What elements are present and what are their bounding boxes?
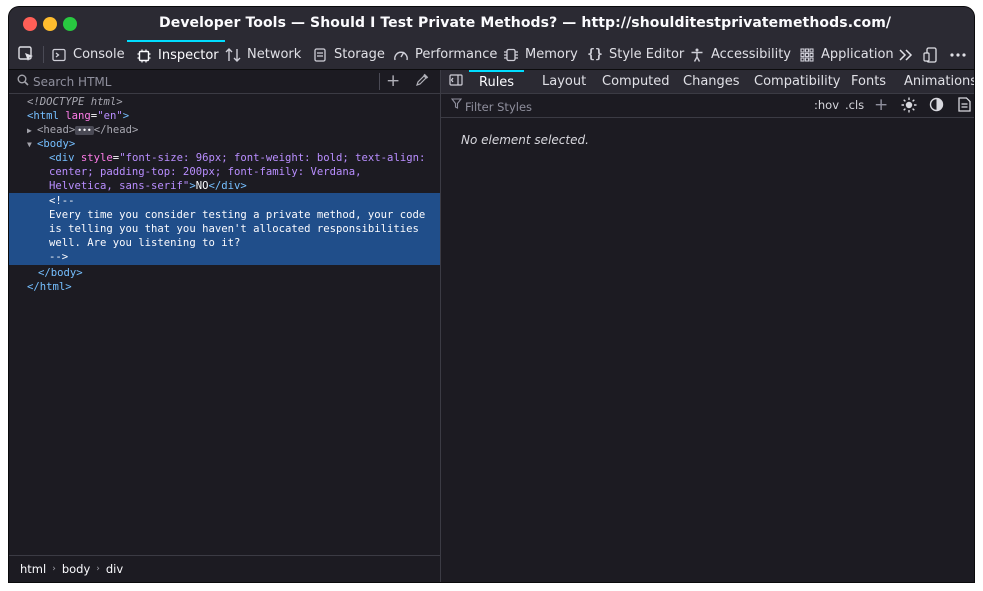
markup-node-body-close[interactable]: </body>: [9, 266, 440, 280]
markup-node-div-line1[interactable]: <div style="font-size: 96px; font-weight…: [9, 151, 440, 165]
application-icon: [799, 47, 815, 62]
responsive-design-icon[interactable]: [923, 40, 939, 69]
chevron-right-icon: ›: [96, 564, 100, 574]
filter-icon: [450, 98, 463, 112]
markup-node-body[interactable]: ▼ <body>: [9, 137, 440, 151]
tab-animations[interactable]: Animations: [904, 70, 974, 93]
toolbar-divider: [43, 46, 44, 63]
markup-panel: + <!DOCTYPE html> <html lang="en"> ▶<hea…: [9, 70, 451, 582]
print-media-icon[interactable]: [958, 97, 971, 115]
sidebar-panel: Rules Layout Computed Changes Compatibil…: [441, 70, 974, 582]
tab-layout[interactable]: Layout: [542, 70, 586, 93]
accessibility-icon: [689, 48, 705, 62]
tab-computed[interactable]: Computed: [602, 70, 670, 93]
markup-node-html[interactable]: <html lang="en">: [9, 109, 440, 123]
network-icon: [225, 47, 241, 62]
sidebar-tabs: Rules Layout Computed Changes Compatibil…: [441, 70, 974, 94]
toggle-layout-icon[interactable]: [449, 74, 463, 89]
tab-performance[interactable]: Performance: [393, 40, 497, 69]
tab-memory[interactable]: Memory: [503, 40, 578, 69]
tab-fonts[interactable]: Fonts: [851, 70, 886, 93]
filter-styles-bar: :hov .cls +: [441, 94, 974, 118]
tab-accessibility[interactable]: Accessibility: [689, 40, 791, 69]
markup-node-comment-selected[interactable]: <!-- Every time you consider testing a pr…: [9, 193, 440, 265]
classes-button[interactable]: .cls: [845, 98, 864, 112]
element-picker-icon[interactable]: [17, 45, 35, 63]
markup-node-html-close[interactable]: </html>: [9, 280, 440, 294]
tab-inspector-label: Inspector: [158, 48, 219, 63]
breadcrumb-item-body[interactable]: body: [62, 562, 90, 576]
light-color-scheme-icon[interactable]: [901, 97, 917, 116]
no-element-selected-message: No element selected.: [461, 133, 589, 147]
tab-accessibility-label: Accessibility: [711, 47, 791, 62]
tab-performance-label: Performance: [415, 47, 498, 62]
html-search-bar: +: [9, 70, 440, 94]
tab-changes[interactable]: Changes: [683, 70, 740, 93]
markup-node-div-line3: Helvetica, sans-serif">NO</div>: [49, 180, 247, 192]
collapsed-ellipsis-icon[interactable]: •••: [75, 125, 94, 135]
tab-inspector[interactable]: Inspector: [127, 40, 225, 69]
devtools-toolbar: Console Inspector Network Storage Perfor…: [9, 40, 974, 70]
add-node-icon[interactable]: +: [386, 71, 400, 91]
tab-compatibility[interactable]: Compatibility: [754, 70, 841, 93]
tab-console[interactable]: Console: [51, 40, 125, 69]
performance-icon: [393, 48, 409, 62]
search-html-input[interactable]: [31, 72, 375, 92]
style-editor-icon: {}: [587, 47, 603, 62]
more-options-icon[interactable]: [949, 40, 967, 69]
console-icon: [51, 48, 67, 62]
hover-states-button[interactable]: :hov: [814, 98, 839, 112]
tab-rules[interactable]: Rules: [469, 70, 525, 93]
tab-storage[interactable]: Storage: [312, 40, 385, 69]
tab-network-label: Network: [247, 47, 302, 62]
search-icon: [17, 74, 29, 89]
tab-storage-label: Storage: [334, 47, 385, 62]
markup-node-head[interactable]: ▶ <head> ••• </head>: [9, 123, 440, 137]
breadcrumb-item-div[interactable]: div: [106, 562, 123, 576]
tab-style-editor[interactable]: {} Style Editor: [587, 40, 684, 69]
chevron-right-icon: ›: [52, 564, 56, 574]
collapse-arrow-icon[interactable]: ▼: [27, 138, 37, 152]
memory-icon: [503, 48, 519, 62]
tab-application[interactable]: Application: [799, 40, 894, 69]
markup-tree: <!DOCTYPE html> <html lang="en"> ▶ <head>…: [9, 95, 440, 294]
eyedropper-icon[interactable]: [416, 73, 429, 90]
filter-styles-input[interactable]: [463, 97, 767, 116]
tab-application-label: Application: [821, 47, 894, 62]
close-window-button[interactable]: [23, 17, 37, 31]
tab-console-label: Console: [73, 47, 125, 62]
maximize-window-button[interactable]: [63, 17, 77, 31]
add-rule-icon[interactable]: +: [874, 95, 888, 115]
inspector-icon: [136, 49, 152, 63]
window-title: Developer Tools — Should I Test Private …: [159, 15, 892, 31]
search-divider: [379, 73, 380, 90]
devtools-window: Developer Tools — Should I Test Private …: [9, 7, 974, 582]
tab-memory-label: Memory: [525, 47, 578, 62]
tab-style-editor-label: Style Editor: [609, 47, 685, 62]
expand-arrow-icon[interactable]: ▶: [27, 124, 37, 138]
breadcrumb: html › body › div: [9, 555, 451, 582]
storage-icon: [312, 47, 328, 62]
markup-node-div-line2: center; padding-top: 200px; font-family:…: [49, 166, 362, 178]
dark-color-scheme-icon[interactable]: [929, 97, 944, 115]
more-tools-chevron-icon[interactable]: [898, 40, 914, 69]
minimize-window-button[interactable]: [43, 17, 57, 31]
tab-network[interactable]: Network: [225, 40, 301, 69]
title-bar: Developer Tools — Should I Test Private …: [9, 7, 974, 40]
markup-node-doctype[interactable]: <!DOCTYPE html>: [9, 95, 440, 109]
breadcrumb-item-html[interactable]: html: [20, 562, 46, 576]
